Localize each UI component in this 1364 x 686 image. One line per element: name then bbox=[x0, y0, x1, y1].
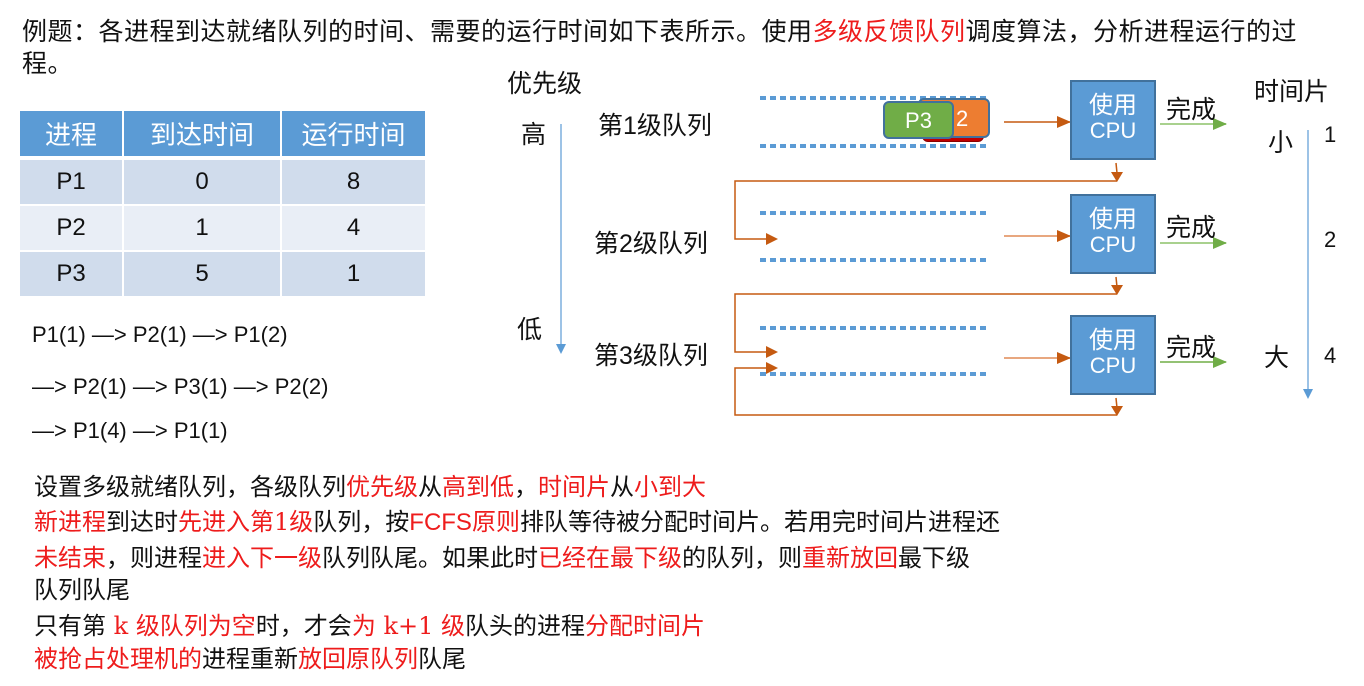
note-line-5: 只有第 k 级队列为空时，才会为 k+1 级队头的进程分配时间片 bbox=[34, 612, 705, 640]
cpu-box-3: 使用 CPU bbox=[1070, 315, 1156, 395]
priority-title: 优先级 bbox=[507, 69, 583, 98]
note-line-6: 被抢占处理机的进程重新放回原队列队尾 bbox=[34, 645, 466, 673]
cpu-box-3-line2: CPU bbox=[1089, 353, 1137, 378]
timeslice-value-2: 2 bbox=[1324, 227, 1337, 252]
feedback-cpu2-to-queue3 bbox=[734, 276, 1118, 353]
priority-axis-arrowhead bbox=[556, 344, 566, 354]
done-label-1: 完成 bbox=[1166, 95, 1217, 124]
cpu-box-1-line2: CPU bbox=[1089, 118, 1137, 143]
timeslice-value-3: 4 bbox=[1324, 343, 1337, 368]
note-line-2: 新进程到达时先进入第1级队列，按FCFS原则排队等待被分配时间片。若用完时间片进… bbox=[34, 508, 1000, 536]
timeslice-title: 时间片 bbox=[1254, 77, 1330, 106]
feedback-cpu1-to-queue2 bbox=[734, 162, 1118, 240]
process-chip-p3: P3 bbox=[883, 101, 954, 139]
queue-2-label: 第2级队列 bbox=[594, 229, 708, 258]
priority-high-label: 高 bbox=[521, 120, 547, 149]
cpu-box-1-line1: 使用 bbox=[1089, 91, 1137, 119]
timeslice-large-label: 大 bbox=[1264, 343, 1290, 372]
process-chip-p2-label: 2 bbox=[956, 106, 969, 131]
feedback-arrowhead bbox=[766, 233, 778, 245]
done-label-3: 完成 bbox=[1166, 333, 1217, 362]
cpu-box-2: 使用 CPU bbox=[1070, 194, 1156, 274]
timeslice-axis-arrowhead bbox=[1303, 389, 1313, 399]
queue-2-outline bbox=[760, 211, 990, 262]
cpu-box-2-line2: CPU bbox=[1089, 232, 1137, 257]
cpu-box-2-line1: 使用 bbox=[1089, 205, 1137, 233]
cpu-box-1: 使用 CPU bbox=[1070, 80, 1156, 160]
done-label-2: 完成 bbox=[1166, 213, 1217, 242]
timeslice-value-1: 1 bbox=[1324, 122, 1337, 147]
queue-3-label: 第3级队列 bbox=[594, 341, 708, 370]
feedback-arrowhead bbox=[766, 346, 778, 358]
timeslice-small-label: 小 bbox=[1268, 128, 1294, 157]
note-line-3: 未结束，则进程进入下一级队列队尾。如果此时已经在最下级的队列，则重新放回最下级 bbox=[34, 544, 970, 572]
note-line-1: 设置多级就绪队列，各级队列优先级从高到低，时间片从小到大 bbox=[34, 473, 706, 501]
cpu-box-3-line1: 使用 bbox=[1089, 326, 1137, 354]
queue-1-label: 第1级队列 bbox=[598, 111, 712, 140]
note-line-4: 队列队尾 bbox=[34, 576, 130, 604]
queue-3-outline bbox=[760, 326, 990, 376]
priority-low-label: 低 bbox=[517, 315, 543, 344]
